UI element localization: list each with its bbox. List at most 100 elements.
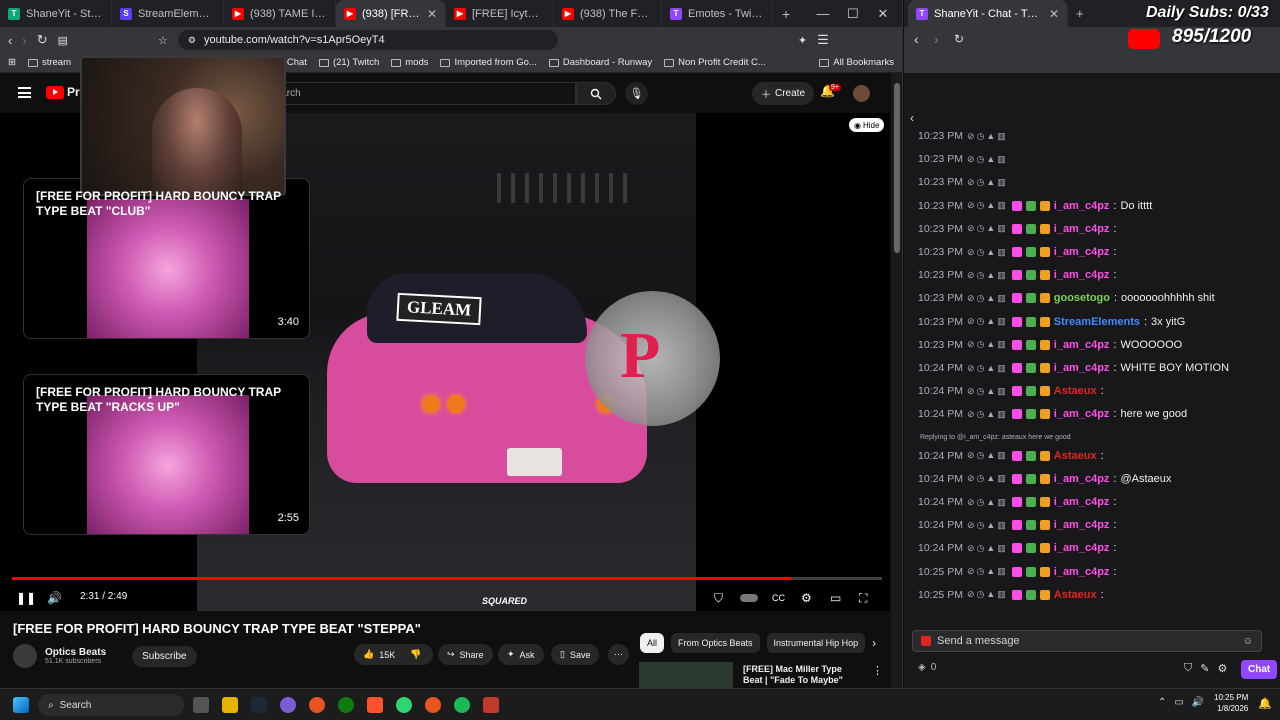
forward-icon[interactable]: › (934, 31, 939, 47)
browser-tab[interactable]: T Emotes - Twitch (662, 0, 772, 27)
minimize-icon[interactable]: — (808, 6, 838, 21)
volume-button[interactable]: 🔊 (47, 587, 62, 609)
mod-actions-icon[interactable]: ⊘◷▲▥ (967, 497, 1008, 508)
hide-endscreen-button[interactable]: ◉ Hide (849, 118, 885, 132)
dislike-icon[interactable]: 👎 (410, 649, 421, 660)
mod-actions-icon[interactable]: ⊘◷▲▥ (967, 386, 1008, 397)
site-info-icon[interactable]: ⚙ (188, 35, 196, 46)
bookmark-item[interactable]: (21) Twitch (318, 57, 379, 68)
forward-icon[interactable]: › (22, 33, 26, 48)
maximize-icon[interactable]: ☐ (838, 6, 868, 22)
emote-picker-icon[interactable]: ☺ (1243, 636, 1253, 647)
close-icon[interactable]: ✕ (868, 6, 898, 22)
channel-avatar[interactable] (13, 644, 37, 668)
chat-message[interactable]: 10:23 PM ⊘◷▲▥ i_am_c4pz: (918, 269, 1120, 281)
app-icon[interactable] (309, 697, 325, 713)
browser-tab[interactable]: ▶ [FREE] Icytwat Type B (446, 0, 554, 27)
like-count[interactable]: 15K (379, 650, 395, 660)
reload-icon[interactable]: ↻ (37, 32, 48, 48)
spotify-icon[interactable] (454, 697, 470, 713)
back-icon[interactable]: ‹ (914, 31, 919, 47)
xbox-icon[interactable] (338, 697, 354, 713)
mod-actions-icon[interactable]: ⊘◷▲▥ (967, 293, 1008, 304)
mod-actions-icon[interactable]: ⊘◷▲▥ (967, 473, 1008, 484)
chat-message[interactable]: 10:23 PM ⊘◷▲▥ i_am_c4pz: Do itttt (918, 200, 1152, 212)
voice-search-button[interactable]: 🎙 (625, 82, 648, 105)
browser-tab[interactable]: ▶ (938) The Fugees - T (554, 0, 662, 27)
bookmark-item[interactable]: mods (391, 57, 428, 68)
chat-username[interactable]: i_am_c4pz (1054, 362, 1110, 374)
autoplay-shield-icon[interactable]: ⛉ (714, 587, 723, 609)
recommended-thumbnail[interactable] (639, 662, 733, 688)
menu-icon[interactable]: ☰ (817, 32, 829, 48)
browser-tab[interactable]: T ShaneYit - Statistics (0, 0, 112, 27)
mod-actions-icon[interactable]: ⊘◷▲▥ (967, 409, 1008, 420)
chip-all[interactable]: All (640, 633, 665, 653)
like-icon[interactable]: 👍 (363, 649, 374, 660)
chat-message[interactable]: 10:23 PM ⊘◷▲▥ i_am_c4pz: (918, 246, 1120, 258)
autoplay-toggle[interactable] (740, 587, 758, 609)
chat-message[interactable]: 10:25 PM ⊘◷▲▥ Astaeux: (918, 589, 1108, 601)
chat-input[interactable]: Send a message ☺ (912, 630, 1262, 652)
collapse-chat-icon[interactable]: ‹ (910, 111, 914, 125)
chat-username[interactable]: i_am_c4pz (1054, 408, 1110, 420)
taskbar-search[interactable]: ⌕ Search (38, 694, 184, 716)
channel-points[interactable]: ◈ 0 (918, 662, 936, 673)
settings-gear-icon[interactable]: ⚙ (1217, 662, 1227, 675)
volume-icon[interactable]: 🔊 (1192, 697, 1204, 708)
mod-actions-icon[interactable]: ⊘◷▲▥ (967, 450, 1008, 461)
all-bookmarks[interactable]: All Bookmarks (819, 57, 894, 68)
endscreen-video-card[interactable]: [FREE FOR PROFIT] HARD BOUNCY TRAP TYPE … (23, 374, 310, 535)
chat-message[interactable]: 10:23 PM ⊘◷▲▥ (918, 153, 1008, 165)
mod-actions-icon[interactable]: ⊘◷▲▥ (967, 543, 1008, 554)
chip-from-channel[interactable]: From Optics Beats (671, 633, 760, 653)
chat-message[interactable]: 10:23 PM ⊘◷▲▥ goosetogo: ooooooohhhhh shit (918, 292, 1215, 304)
tray-chevron-icon[interactable]: ⌃ (1158, 697, 1166, 708)
app-icon[interactable] (396, 697, 412, 713)
mod-actions-icon[interactable]: ⊘◷▲▥ (967, 316, 1008, 327)
chat-message[interactable]: 10:23 PM ⊘◷▲▥ i_am_c4pz: WOOOOOO (918, 339, 1182, 351)
chat-message[interactable]: 10:23 PM ⊘◷▲▥ (918, 176, 1008, 188)
brave-browser-icon[interactable] (367, 697, 383, 713)
close-tab-icon[interactable]: ✕ (1049, 7, 1059, 21)
bookmark-item[interactable]: Non Profit Credit C... (664, 57, 766, 68)
more-vert-icon[interactable]: ⋮ (872, 664, 883, 677)
file-explorer-icon[interactable] (222, 697, 238, 713)
windows-start-icon[interactable] (13, 697, 29, 713)
back-icon[interactable]: ‹ (8, 33, 12, 48)
ask-button[interactable]: ✦ Ask (498, 644, 544, 665)
task-view-icon[interactable] (193, 697, 209, 713)
chat-username[interactable]: i_am_c4pz (1054, 542, 1110, 554)
chat-username[interactable]: i_am_c4pz (1054, 246, 1110, 258)
chat-message[interactable]: 10:24 PM ⊘◷▲▥ i_am_c4pz: @Astaeux (918, 473, 1171, 485)
mod-tools-icon[interactable]: ✎ (1200, 662, 1209, 675)
captions-icon[interactable]: CC (772, 587, 785, 609)
chat-message[interactable]: 10:24 PM ⊘◷▲▥ i_am_c4pz: WHITE BOY MOTION (918, 362, 1229, 374)
mod-actions-icon[interactable]: ⊘◷▲▥ (967, 247, 1008, 258)
share-button[interactable]: ↪ Share (438, 644, 493, 665)
progress-bar[interactable] (12, 577, 882, 580)
chat-message[interactable]: 10:23 PM ⊘◷▲▥ (918, 130, 1008, 142)
recommended-title[interactable]: [FREE] Mac Miller Type Beat | "Fade To M… (743, 664, 863, 686)
account-avatar[interactable] (853, 85, 870, 102)
pause-button[interactable]: ❚❚ (16, 587, 36, 609)
apps-icon[interactable]: ⊞ (8, 57, 16, 68)
mod-actions-icon[interactable]: ⊘◷▲▥ (967, 177, 1008, 188)
chat-username[interactable]: i_am_c4pz (1054, 339, 1110, 351)
new-tab-icon[interactable]: + (782, 6, 790, 22)
app-icon[interactable] (280, 697, 296, 713)
bookmark-item[interactable]: Imported from Go... (440, 57, 537, 68)
bookmark-item[interactable]: Dashboard - Runway (548, 57, 652, 68)
shield-icon[interactable]: ⛉ (1184, 662, 1192, 675)
mod-actions-icon[interactable]: ⊘◷▲▥ (967, 566, 1008, 577)
chat-username[interactable]: i_am_c4pz (1054, 200, 1110, 212)
scroll-thumb[interactable] (894, 83, 900, 253)
chat-username[interactable]: i_am_c4pz (1054, 473, 1110, 485)
chat-message[interactable]: 10:24 PM ⊘◷▲▥ Astaeux: (918, 385, 1108, 397)
more-actions-button[interactable]: ⋯ (608, 644, 629, 665)
tab-twitch-chat[interactable]: T ShaneYit - Chat - Twitch ✕ (908, 0, 1068, 27)
mod-actions-icon[interactable]: ⊘◷▲▥ (967, 363, 1008, 374)
settings-gear-icon[interactable]: ⚙ (801, 587, 812, 609)
app-icon[interactable] (425, 697, 441, 713)
mod-actions-icon[interactable]: ⊘◷▲▥ (967, 589, 1008, 600)
